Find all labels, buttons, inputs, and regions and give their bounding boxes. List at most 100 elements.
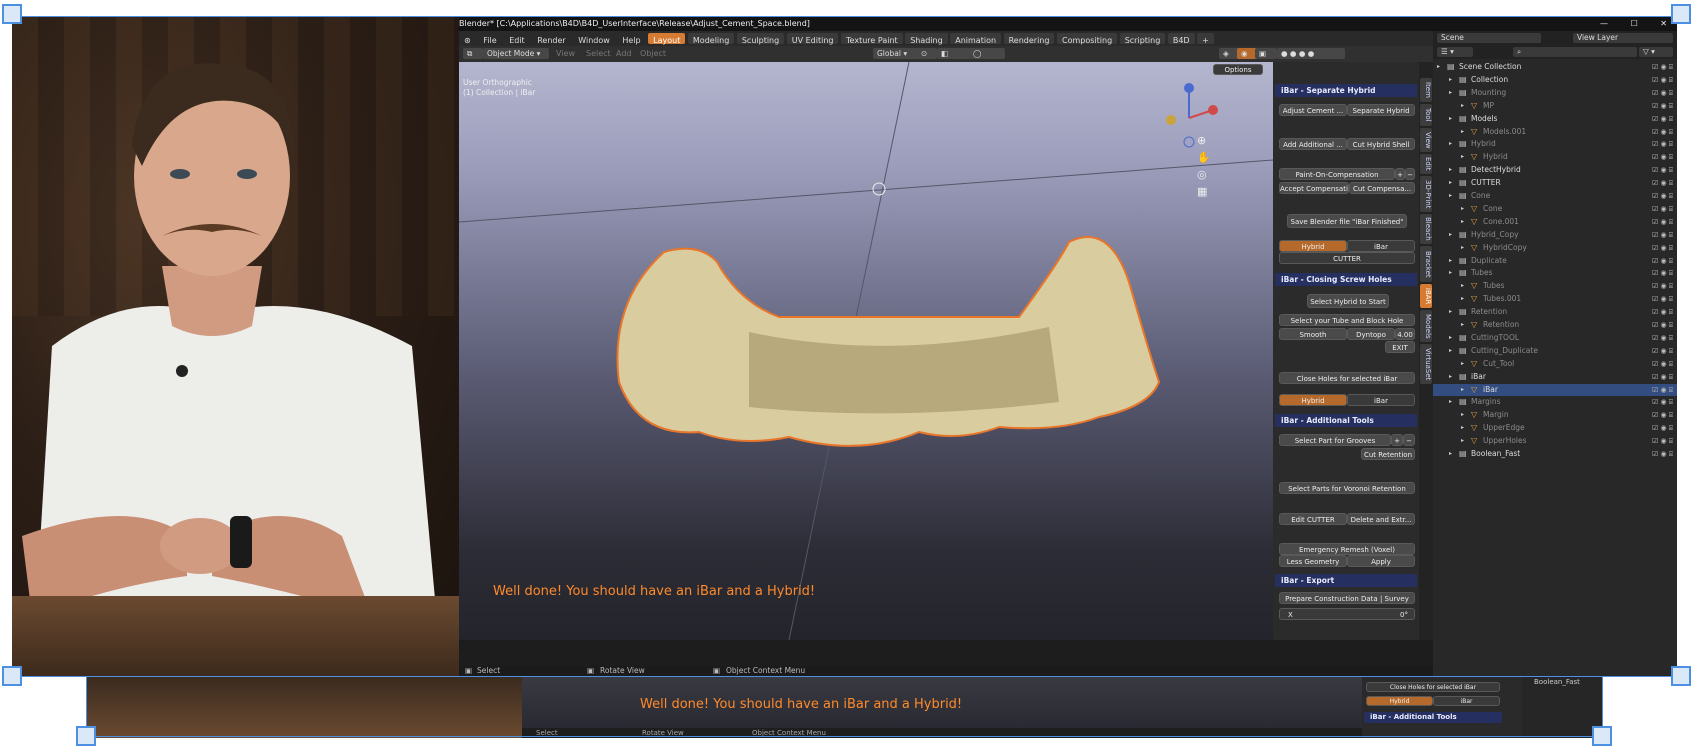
- visibility-toggles-icon[interactable]: ☑ ◉ ⌸: [1652, 100, 1673, 112]
- outliner-row[interactable]: ▸ ▽ Cone.001 ☑ ◉ ⌸: [1433, 216, 1677, 228]
- resize-handle-bottom-left[interactable]: [76, 726, 96, 746]
- export-header[interactable]: iBar - Export: [1275, 574, 1417, 587]
- grid-icon[interactable]: ▦: [1197, 183, 1211, 200]
- delete-extrude-button[interactable]: Delete and Extr...: [1347, 513, 1415, 525]
- visibility-toggles-icon[interactable]: ☑ ◉ ⌸: [1652, 113, 1673, 125]
- expand-arrow-icon[interactable]: ▸: [1449, 190, 1452, 202]
- expand-arrow-icon[interactable]: ▸: [1449, 229, 1452, 241]
- outliner-row[interactable]: ▸ ▤ Models ☑ ◉ ⌸: [1433, 113, 1677, 125]
- paint-minus-button[interactable]: −: [1405, 168, 1415, 180]
- tab-3d-print[interactable]: 3D-Print: [1420, 176, 1432, 212]
- visibility-toggles-icon[interactable]: ☑ ◉ ⌸: [1652, 229, 1673, 241]
- edit-cutter-button[interactable]: Edit CUTTER: [1279, 513, 1347, 525]
- outliner-row[interactable]: ▸ ▤ Retention ☑ ◉ ⌸: [1433, 306, 1677, 318]
- smooth-button[interactable]: Smooth: [1279, 328, 1347, 340]
- visibility-toggles-icon[interactable]: ☑ ◉ ⌸: [1652, 138, 1673, 150]
- visibility-toggles-icon[interactable]: ☑ ◉ ⌸: [1652, 190, 1673, 202]
- 3d-viewport[interactable]: User Orthographic (1) Collection | iBar …: [459, 62, 1273, 640]
- visibility-toggles-icon[interactable]: ☑ ◉ ⌸: [1652, 371, 1673, 383]
- tab-sculpting[interactable]: Sculpting: [736, 33, 785, 45]
- expand-arrow-icon[interactable]: ▸: [1449, 371, 1452, 383]
- closing-screw-holes-header[interactable]: iBar - Closing Screw Holes: [1275, 273, 1417, 286]
- add-workspace-button[interactable]: +: [1197, 33, 1214, 45]
- expand-arrow-icon[interactable]: ▸: [1449, 164, 1452, 176]
- tab-b4d[interactable]: B4D: [1167, 33, 1195, 45]
- zoom-icon[interactable]: ⊕: [1197, 132, 1211, 149]
- cut-retention-button[interactable]: Cut Retention: [1361, 448, 1415, 460]
- select-tube-button[interactable]: Select your Tube and Block Hole: [1279, 314, 1415, 326]
- save-blender-file-button[interactable]: Save Blender file "iBar Finished": [1287, 214, 1407, 228]
- expand-arrow-icon[interactable]: ▸: [1461, 384, 1464, 396]
- expand-arrow-icon[interactable]: ▸: [1449, 345, 1452, 357]
- visibility-toggles-icon[interactable]: ☑ ◉ ⌸: [1652, 345, 1673, 357]
- visibility-toggles-icon[interactable]: ☑ ◉ ⌸: [1652, 358, 1673, 370]
- expand-arrow-icon[interactable]: ▸: [1461, 422, 1464, 434]
- visibility-toggles-icon[interactable]: ☑ ◉ ⌸: [1652, 319, 1673, 331]
- separate-hybrid-button[interactable]: Separate Hybrid: [1347, 104, 1415, 116]
- paint-plus-button[interactable]: +: [1395, 168, 1405, 180]
- snap-icon[interactable]: ◧: [937, 48, 973, 59]
- outliner-row[interactable]: ▸ ▽ Tubes.001 ☑ ◉ ⌸: [1433, 293, 1677, 305]
- view-layer-selector[interactable]: View Layer: [1573, 33, 1673, 43]
- transform-orientation-dropdown[interactable]: Global ▾: [873, 48, 921, 59]
- adjust-cement-button[interactable]: Adjust Cement ...: [1279, 104, 1347, 116]
- expand-arrow-icon[interactable]: ▸: [1461, 100, 1464, 112]
- minimize-button[interactable]: —: [1590, 19, 1618, 28]
- prepare-construction-button[interactable]: Prepare Construction Data | Survey: [1279, 592, 1415, 604]
- visibility-toggles-icon[interactable]: ☑ ◉ ⌸: [1652, 61, 1673, 73]
- visibility-toggles-icon[interactable]: ☑ ◉ ⌸: [1652, 448, 1673, 460]
- outliner-search-input[interactable]: ⌕: [1513, 47, 1637, 57]
- outliner-row[interactable]: ▸ ▤ CuttingTOOL ☑ ◉ ⌸: [1433, 332, 1677, 344]
- tab-modeling[interactable]: Modeling: [687, 33, 735, 45]
- visibility-toggles-icon[interactable]: ☑ ◉ ⌸: [1652, 255, 1673, 267]
- outliner-row[interactable]: ▸ ▽ UpperEdge ☑ ◉ ⌸: [1433, 422, 1677, 434]
- outliner-row[interactable]: ▸ ▤ Hybrid ☑ ◉ ⌸: [1433, 138, 1677, 150]
- visibility-toggles-icon[interactable]: ☑ ◉ ⌸: [1652, 306, 1673, 318]
- proportional-edit-icon[interactable]: ◯: [969, 48, 1005, 59]
- outliner-row[interactable]: ▸ ▽ iBar ☑ ◉ ⌸: [1433, 383, 1677, 396]
- outliner-row[interactable]: ▸ ▤ Duplicate ☑ ◉ ⌸: [1433, 255, 1677, 267]
- expand-arrow-icon[interactable]: ▸: [1449, 113, 1452, 125]
- tab-bracket[interactable]: Bracket: [1420, 246, 1432, 282]
- resize-handle-top-right[interactable]: [1671, 4, 1691, 24]
- expand-arrow-icon[interactable]: ▸: [1461, 216, 1464, 228]
- resize-handle-bottom-right[interactable]: [1592, 726, 1612, 746]
- tab-animation[interactable]: Animation: [950, 33, 1002, 45]
- visibility-toggles-icon[interactable]: ☑ ◉ ⌸: [1652, 396, 1673, 408]
- xray-icon[interactable]: ▣: [1255, 48, 1277, 59]
- expand-arrow-icon[interactable]: ▸: [1461, 126, 1464, 138]
- visibility-toggles-icon[interactable]: ☑ ◉ ⌸: [1652, 435, 1673, 447]
- expand-arrow-icon[interactable]: ▸: [1461, 358, 1464, 370]
- expand-arrow-icon[interactable]: ▸: [1461, 293, 1464, 305]
- expand-arrow-icon[interactable]: ▸: [1461, 203, 1464, 215]
- grooves-minus-button[interactable]: −: [1403, 434, 1415, 446]
- visibility-toggles-icon[interactable]: ☑ ◉ ⌸: [1652, 177, 1673, 189]
- shading-modes[interactable]: ● ● ● ●: [1277, 48, 1345, 59]
- voronoi-retention-button[interactable]: Select Parts for Voronoi Retention: [1279, 482, 1415, 494]
- visibility-toggles-icon[interactable]: ☑ ◉ ⌸: [1652, 293, 1673, 305]
- add-additional-button[interactable]: Add Additional ...: [1279, 138, 1347, 150]
- outliner-row[interactable]: ▸ ▤ Tubes ☑ ◉ ⌸: [1433, 267, 1677, 279]
- outliner-row[interactable]: ▸ ▤ Boolean_Fast ☑ ◉ ⌸: [1433, 448, 1677, 460]
- expand-arrow-icon[interactable]: ▸: [1449, 138, 1452, 150]
- resize-handle-mid-left[interactable]: [2, 666, 22, 686]
- display-mode-dropdown[interactable]: ☰ ▾: [1437, 47, 1473, 57]
- outliner-row[interactable]: ▸ ▤ DetectHybrid ☑ ◉ ⌸: [1433, 164, 1677, 176]
- options-dropdown[interactable]: Options: [1213, 64, 1263, 75]
- visibility-toggles-icon[interactable]: ☑ ◉ ⌸: [1652, 332, 1673, 344]
- maximize-button[interactable]: ☐: [1621, 19, 1648, 28]
- outliner-row[interactable]: ▸ ▤ iBar ☑ ◉ ⌸: [1433, 371, 1677, 383]
- expand-arrow-icon[interactable]: ▸: [1449, 267, 1452, 279]
- expand-arrow-icon[interactable]: ▸: [1461, 435, 1464, 447]
- apply-button[interactable]: Apply: [1347, 555, 1415, 567]
- visibility-toggles-icon[interactable]: ☑ ◉ ⌸: [1652, 267, 1673, 279]
- tab-rendering[interactable]: Rendering: [1003, 33, 1055, 45]
- visibility-toggles-icon[interactable]: ☑ ◉ ⌸: [1652, 422, 1673, 434]
- resize-handle-mid-right[interactable]: [1671, 666, 1691, 686]
- outliner-row[interactable]: ▸ ▤ Hybrid_Copy ☑ ◉ ⌸: [1433, 229, 1677, 241]
- visibility-toggles-icon[interactable]: ☑ ◉ ⌸: [1652, 87, 1673, 99]
- paint-on-compensation-button[interactable]: Paint-On-Compensation: [1279, 168, 1395, 180]
- outliner-row[interactable]: ▸ ▽ Margin ☑ ◉ ⌸: [1433, 409, 1677, 421]
- tab-models[interactable]: Models: [1420, 310, 1432, 342]
- expand-arrow-icon[interactable]: ▸: [1449, 396, 1452, 408]
